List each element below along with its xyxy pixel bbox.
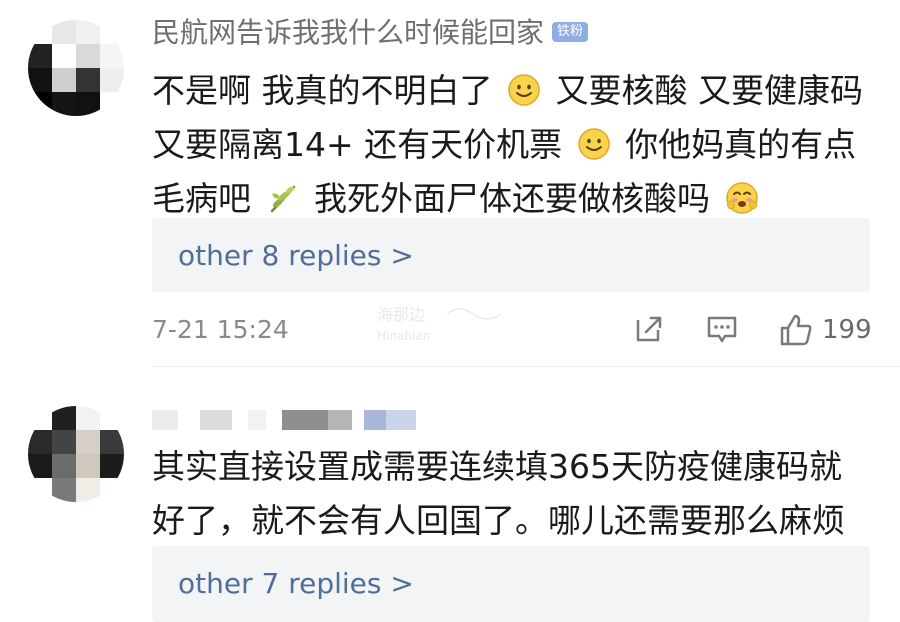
view-more-replies-link[interactable]: other 8 replies >: [178, 238, 414, 274]
watermark: 海那边 Hinabian: [377, 300, 517, 350]
comment-text: 其实直接设置成需要连续填365天防疫健康码就好了，就不会有人回国了。哪儿还需要那…: [152, 440, 872, 548]
share-icon[interactable]: [632, 312, 666, 346]
pixelated-avatar-image: [28, 20, 124, 116]
comment-meta-row: 7-21 15:24 海那边 Hinabian 199: [152, 305, 872, 348]
view-more-replies-link[interactable]: other 7 replies >: [178, 566, 414, 602]
svg-text:海那边: 海那边: [377, 305, 425, 324]
redacted-username[interactable]: [152, 400, 422, 430]
smile-emoji: [577, 128, 610, 160]
avatar[interactable]: [28, 20, 124, 116]
comment-item: 其实直接设置成需要连续填365天防疫健康码就好了，就不会有人回国了。哪儿还需要那…: [0, 380, 900, 622]
comment-text: 不是啊 我真的不明白了 又要核酸 又要健康码 又要隔离14+ 还有天价机票 你他…: [152, 64, 872, 226]
fan-badge: 铁粉: [552, 22, 589, 42]
sprout-emoji: [270, 185, 295, 213]
comment-text-part: 不是啊 我真的不明白了: [152, 71, 493, 110]
svg-text:Hinabian: Hinabian: [377, 329, 430, 343]
replies-box: other 7 replies >: [152, 546, 870, 622]
smile-emoji: [508, 74, 540, 106]
timestamp: 7-21 15:24: [152, 315, 289, 344]
comment-text-part: 我死外面尸体还要做核酸吗: [314, 179, 710, 218]
username[interactable]: 民航网告诉我我什么时候能回家 铁粉: [152, 16, 589, 50]
avatar[interactable]: [28, 406, 124, 502]
thumbs-up-icon[interactable]: [778, 312, 814, 348]
pixelated-avatar-image: [28, 406, 124, 502]
username-text[interactable]: 民航网告诉我我什么时候能回家: [152, 16, 544, 49]
shy-emoji: [725, 182, 758, 214]
comment-item: 民航网告诉我我什么时候能回家 铁粉 不是啊 我真的不明白了 又要核酸 又要健康码 …: [0, 0, 900, 367]
comment-icon[interactable]: [705, 312, 739, 346]
comment-text-part: 其实直接设置成需要连续填365天防疫健康码就好了，就不会有人回国了。哪儿还需要那…: [152, 447, 845, 540]
comment-divider: [152, 366, 900, 367]
watermark-logo: 海那边 Hinabian: [377, 305, 502, 343]
replies-box: other 8 replies >: [152, 218, 870, 292]
like-count: 199: [822, 315, 872, 345]
